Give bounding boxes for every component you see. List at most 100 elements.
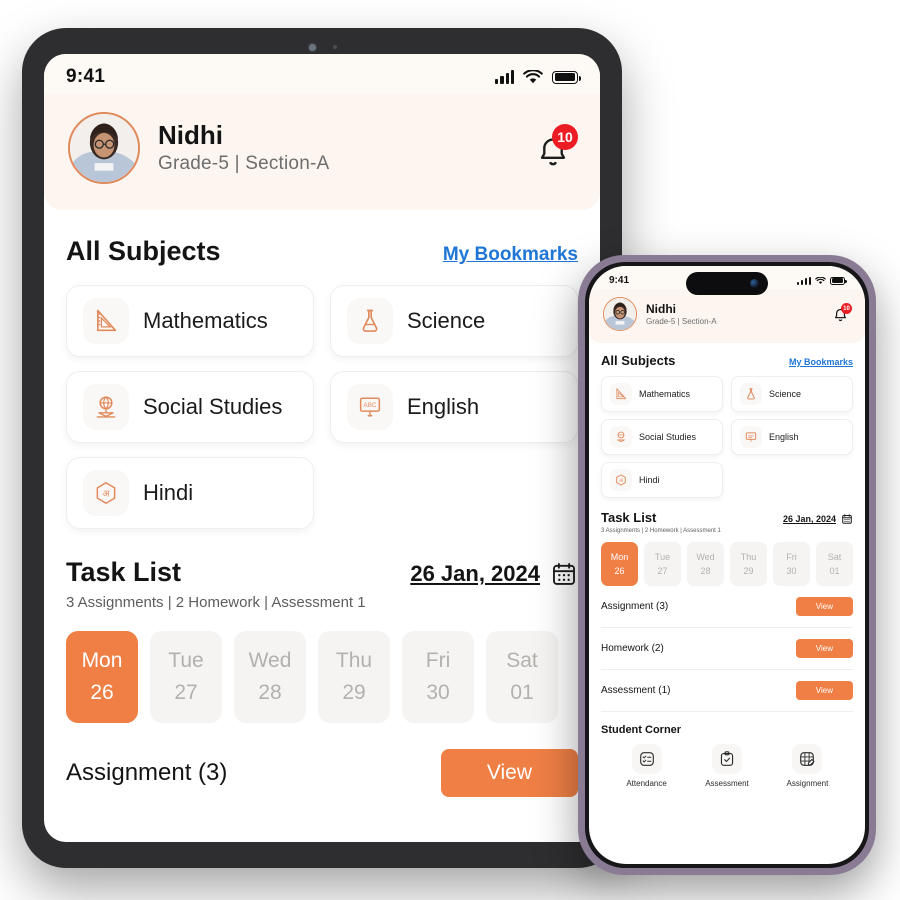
my-bookmarks-link[interactable]: My Bookmarks: [789, 357, 853, 367]
notification-badge: 10: [841, 303, 852, 314]
all-subjects-title: All Subjects: [66, 236, 221, 266]
subject-card-science[interactable]: Science: [731, 376, 853, 412]
subjects-header: All Subjects My Bookmarks: [601, 353, 853, 368]
student-corner-title: Student Corner: [601, 724, 682, 736]
subject-card-mathematics[interactable]: Mathematics: [66, 285, 314, 357]
day-number: 26: [90, 681, 114, 704]
day-label: Fri: [425, 649, 451, 672]
task-list-header: Task List 26 Jan, 2024 3 Assignments | 2: [66, 557, 578, 611]
subject-card-social-studies[interactable]: Social Studies: [66, 371, 314, 443]
phone-screen: 9:41 Nidhi Grade-5 | Section-A 10 All Su…: [589, 266, 865, 864]
student-name: Nidhi: [158, 119, 223, 150]
subject-grid: Mathematics Science: [66, 285, 578, 529]
day-number: 30: [426, 681, 450, 704]
selected-date: 26 Jan, 2024: [782, 514, 836, 524]
subject-card-science[interactable]: Science: [330, 285, 578, 357]
subject-card-english[interactable]: ABC English: [330, 371, 578, 443]
avatar[interactable]: [603, 297, 637, 331]
day-chip-fri[interactable]: Fri 30: [773, 542, 810, 586]
day-number: 28: [258, 681, 282, 704]
day-label: Mon: [81, 649, 123, 672]
globe-book-icon: [610, 426, 632, 448]
day-chip-tue[interactable]: Tue 27: [150, 631, 222, 723]
student-corner-nav: Attendance Assessment Assignment: [601, 744, 853, 788]
day-label: Thu: [740, 552, 757, 562]
subject-label: Mathematics: [143, 308, 268, 333]
subject-label: English: [407, 394, 480, 419]
my-bookmarks-link[interactable]: My Bookmarks: [443, 244, 578, 266]
set-square-ruler-icon: [83, 298, 129, 344]
day-label: Wed: [248, 649, 292, 672]
day-chip-fri[interactable]: Fri 30: [402, 631, 474, 723]
phone-content: All Subjects My Bookmarks Mathematics Sc…: [589, 343, 865, 788]
nav-label: Attendance: [626, 779, 667, 788]
task-row: Assignment (3) View: [66, 723, 578, 819]
view-button[interactable]: View: [795, 681, 853, 700]
calendar-icon: [842, 514, 852, 524]
task-row: Assessment (1) View: [601, 670, 853, 712]
abc-board-icon: [740, 426, 762, 448]
day-label: Wed: [696, 552, 715, 562]
phone-device: 9:41 Nidhi Grade-5 | Section-A 10 All Su…: [578, 255, 876, 875]
subject-card-social-studies[interactable]: Social Studies: [601, 419, 723, 455]
phone-status-bar: 9:41: [589, 266, 865, 295]
subject-label: Hindi: [143, 480, 194, 505]
student-grade-section: Grade-5 | Section-A: [646, 317, 717, 326]
subject-label: Mathematics: [639, 389, 691, 399]
day-chip-mon[interactable]: Mon 26: [66, 631, 138, 723]
day-label: Mon: [610, 552, 629, 562]
grid-pencil-icon: [792, 744, 823, 774]
set-square-ruler-icon: [610, 383, 632, 405]
view-button[interactable]: View: [440, 749, 578, 797]
day-chip-tue[interactable]: Tue 27: [644, 542, 681, 586]
wifi-icon: [523, 69, 543, 83]
day-number: 29: [743, 566, 754, 576]
day-number: 29: [342, 681, 366, 704]
day-chip-sat[interactable]: Sat 01: [816, 542, 853, 586]
day-chip-wed[interactable]: Wed 28: [234, 631, 306, 723]
task-list-title: Task List: [601, 510, 657, 525]
subject-card-mathematics[interactable]: Mathematics: [601, 376, 723, 412]
abc-board-icon: ABC: [347, 384, 393, 430]
subject-card-english[interactable]: English: [731, 419, 853, 455]
status-time: 9:41: [609, 275, 630, 286]
status-icons: [797, 276, 847, 285]
date-selector[interactable]: 26 Jan, 2024: [410, 560, 578, 588]
task-name: Assignment (3): [601, 601, 669, 612]
svg-text:ABC: ABC: [364, 402, 377, 409]
dynamic-island: [686, 272, 768, 295]
day-chip-wed[interactable]: Wed 28: [687, 542, 724, 586]
avatar[interactable]: [68, 112, 140, 184]
day-strip: Mon 26 Tue 27 Wed 28 Thu 29 Fri 30 Sat 0…: [601, 542, 853, 586]
subjects-header: All Subjects My Bookmarks: [66, 236, 578, 267]
date-selector[interactable]: 26 Jan, 2024: [783, 513, 853, 525]
phone-profile-header: Nidhi Grade-5 | Section-A 10: [589, 289, 865, 343]
day-number: 28: [700, 566, 711, 576]
cellular-bars-icon: [797, 276, 811, 285]
nav-item-assessment[interactable]: Assessment: [687, 744, 766, 788]
day-number: 27: [657, 566, 668, 576]
notification-badge: 10: [552, 124, 578, 150]
day-label: Sat: [506, 649, 538, 672]
day-chip-thu[interactable]: Thu 29: [730, 542, 767, 586]
day-label: Tue: [654, 552, 671, 562]
day-number: 30: [786, 566, 797, 576]
day-chip-mon[interactable]: Mon 26: [601, 542, 638, 586]
day-chip-thu[interactable]: Thu 29: [318, 631, 390, 723]
task-row: Assignment (3) View: [601, 586, 853, 628]
notification-button[interactable]: 10: [532, 124, 578, 170]
day-chip-sat[interactable]: Sat 01: [486, 631, 558, 723]
student-name: Nidhi: [646, 302, 676, 316]
day-label: Fri: [786, 552, 797, 562]
view-button[interactable]: View: [795, 597, 853, 616]
nav-item-assignment[interactable]: Assignment: [768, 744, 847, 788]
svg-text:अ: अ: [102, 489, 110, 500]
nav-item-attendance[interactable]: Attendance: [607, 744, 686, 788]
view-button[interactable]: View: [795, 639, 853, 658]
subject-card-hindi[interactable]: अ Hindi: [601, 462, 723, 498]
subject-card-hindi[interactable]: अ Hindi: [66, 457, 314, 529]
notification-button[interactable]: 10: [831, 303, 852, 324]
tablet-device: 9:41 Nidhi Grade-5 | Section-A 10 All Su…: [22, 28, 622, 868]
subject-label: Science: [769, 389, 802, 399]
battery-icon: [830, 276, 847, 285]
